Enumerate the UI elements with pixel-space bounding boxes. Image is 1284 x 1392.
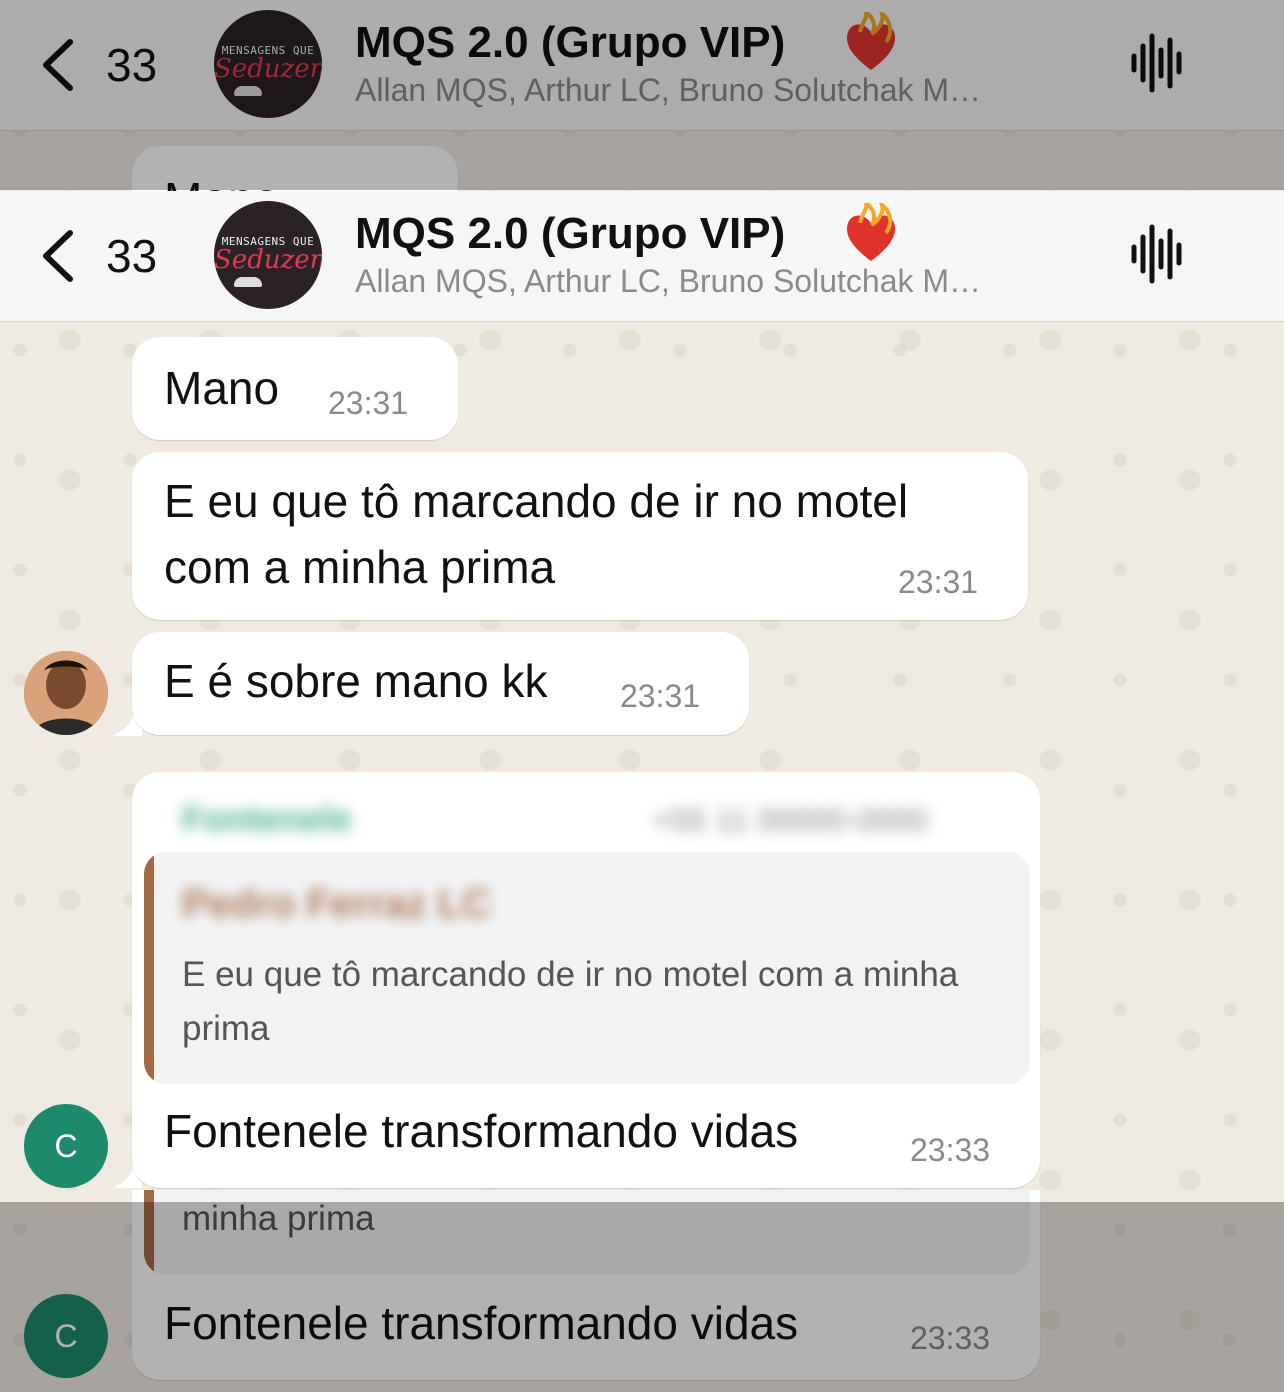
group-members[interactable]: Allan MQS, Arthur LC, Bruno Solutchak M…	[355, 263, 981, 300]
group-title[interactable]: MQS 2.0 (Grupo VIP)	[355, 209, 785, 259]
sender-avatar[interactable]: C	[24, 1104, 108, 1188]
message-time: 23:31	[328, 385, 409, 421]
quoted-message[interactable]: Pedro Ferraz LC E eu que tô marcando de …	[144, 852, 1030, 1084]
shoe-icon	[234, 277, 262, 287]
back-unread-count[interactable]: 33	[106, 229, 157, 283]
message-bubble[interactable]: E eu que tô marcando de ir no motel com …	[132, 452, 1028, 620]
message-bubble[interactable]: Mano 23:31	[132, 337, 458, 440]
message-bubble[interactable]: E é sobre mano kk 23:31	[132, 632, 749, 735]
sender-name[interactable]: Fontenele	[182, 798, 352, 840]
message-time: 23:31	[898, 564, 979, 600]
back-chevron-icon[interactable]	[40, 229, 74, 283]
message-time: 23:33	[910, 1132, 991, 1168]
group-avatar[interactable]: MENSAGENS QUE Seduzem	[214, 201, 322, 309]
message-text: Fontenele transformando vidas	[164, 1105, 799, 1157]
ghost-top-dim	[0, 0, 1284, 190]
message-text: E eu que tô marcando de ir no motel com …	[164, 475, 909, 593]
reply-message-bubble[interactable]: Fontenele +55 11 00000-0000 Pedro Ferraz…	[132, 772, 1040, 1188]
quote-bar	[144, 852, 154, 1084]
quote-author: Pedro Ferraz LC	[182, 882, 491, 926]
sender-avatar[interactable]	[24, 651, 108, 735]
message-text: Mano	[164, 362, 280, 414]
chat-header[interactable]: 33 MENSAGENS QUE Seduzem MQS 2.0 (Grupo …	[0, 191, 1284, 322]
person-avatar-icon	[24, 651, 108, 735]
message-text: E é sobre mano kk	[164, 655, 548, 707]
avatar-logo-line2: Seduzem	[214, 245, 322, 275]
heart-on-fire-icon	[846, 203, 896, 261]
sender-phone: +55 11 00000-0000	[652, 802, 929, 838]
ghost-bottom-dim	[0, 1202, 1284, 1392]
audio-waveform-icon[interactable]	[1130, 223, 1186, 285]
message-time: 23:31	[620, 678, 701, 714]
quote-text: E eu que tô marcando de ir no motel com …	[182, 955, 959, 1048]
